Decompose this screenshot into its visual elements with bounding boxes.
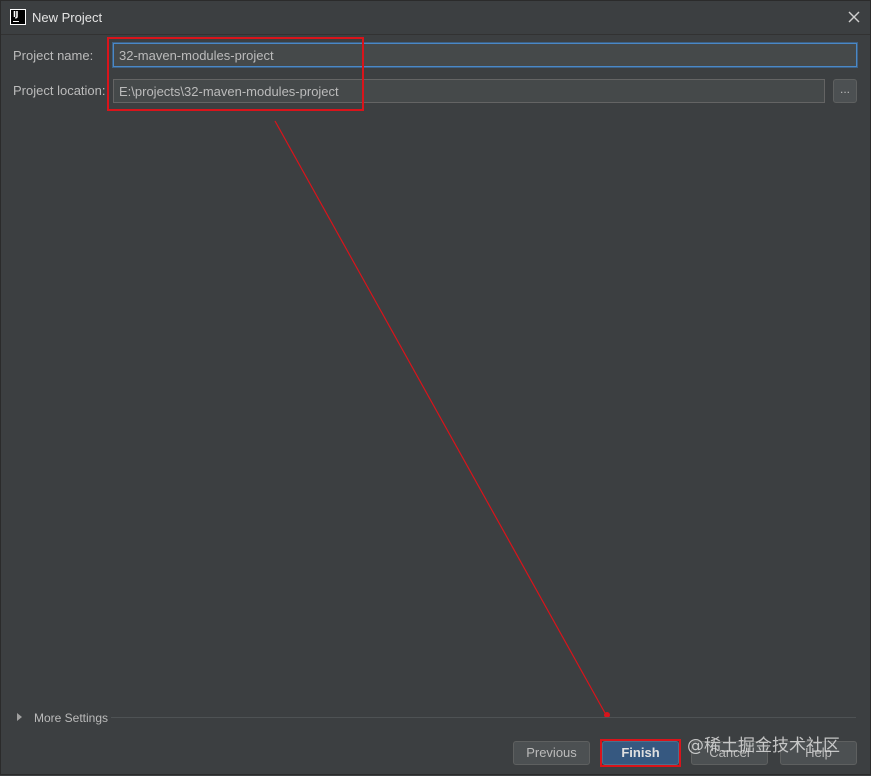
previous-button[interactable]: Previous [513,741,590,765]
close-icon[interactable] [844,7,864,27]
help-button-label: Help [805,745,832,760]
annotation-arrow [274,120,610,718]
new-project-dialog: IJ New Project Project name: Project loc… [0,0,871,775]
more-settings-label: More Settings [34,711,109,725]
project-name-label: Project name: [13,48,94,63]
intellij-idea-icon: IJ [10,9,26,25]
help-button[interactable]: Help [780,741,857,765]
project-location-label: Project location: [13,83,106,98]
app-icon-text: IJ [13,10,18,19]
cancel-button-label: Cancel [709,745,750,760]
browse-button[interactable]: ... [833,79,857,103]
triangle-right-icon [17,713,22,721]
finish-button[interactable]: Finish [602,741,679,765]
finish-button-label: Finish [621,745,660,760]
cancel-button[interactable]: Cancel [691,741,768,765]
project-location-input[interactable] [113,79,825,103]
previous-button-label: Previous [526,745,577,760]
window-title: New Project [32,10,103,25]
title-bar: IJ New Project [1,1,870,35]
project-name-input[interactable] [113,43,857,67]
more-settings-divider [111,717,856,718]
